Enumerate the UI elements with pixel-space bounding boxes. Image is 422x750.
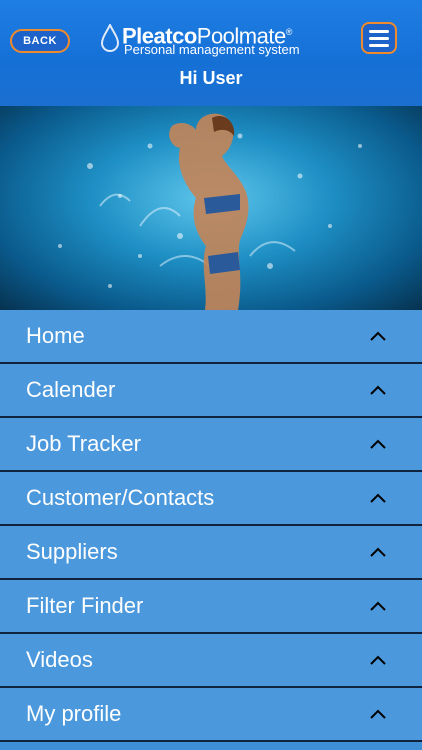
menu-item-filter-finder[interactable]: Filter Finder <box>0 580 422 634</box>
back-button[interactable]: BACK <box>10 29 70 53</box>
app-header: BACK PleatcoPoolmate® Personal managemen… <box>0 0 422 106</box>
water-drop-icon <box>100 24 120 52</box>
main-menu: Home Calender Job Tracker Customer/Conta… <box>0 310 422 742</box>
user-greeting: Hi User <box>179 68 243 88</box>
menu-item-label: Calender <box>26 377 116 402</box>
chevron-up-icon <box>370 439 386 449</box>
menu-item-label: Home <box>26 323 85 348</box>
app-logo: PleatcoPoolmate® Personal management sys… <box>100 20 320 62</box>
chevron-up-icon <box>370 709 386 719</box>
chevron-up-icon <box>370 493 386 503</box>
hamburger-menu-button[interactable] <box>361 22 397 54</box>
menu-item-label: Job Tracker <box>26 431 141 456</box>
menu-item-calender[interactable]: Calender <box>0 364 422 418</box>
brand-tagline: Personal management system <box>124 42 300 57</box>
menu-item-label: Filter Finder <box>26 593 144 618</box>
chevron-up-icon <box>370 655 386 665</box>
menu-item-home[interactable]: Home <box>0 310 422 364</box>
menu-item-my-profile[interactable]: My profile <box>0 688 422 742</box>
chevron-up-icon <box>370 331 386 341</box>
menu-item-suppliers[interactable]: Suppliers <box>0 526 422 580</box>
hero-image <box>0 106 422 310</box>
menu-item-label: Suppliers <box>26 539 118 564</box>
hamburger-line <box>369 43 389 47</box>
hamburger-line <box>369 36 389 40</box>
chevron-up-icon <box>370 547 386 557</box>
menu-item-label: Customer/Contacts <box>26 485 215 510</box>
menu-item-job-tracker[interactable]: Job Tracker <box>0 418 422 472</box>
menu-item-customer-contacts[interactable]: Customer/Contacts <box>0 472 422 526</box>
swimmer-illustration <box>58 113 362 310</box>
chevron-up-icon <box>370 385 386 395</box>
menu-item-videos[interactable]: Videos <box>0 634 422 688</box>
chevron-up-icon <box>370 601 386 611</box>
menu-item-label: Videos <box>26 647 93 672</box>
menu-item-label: My profile <box>26 701 122 726</box>
brand-mark: ® <box>285 27 293 37</box>
hamburger-line <box>369 29 389 33</box>
